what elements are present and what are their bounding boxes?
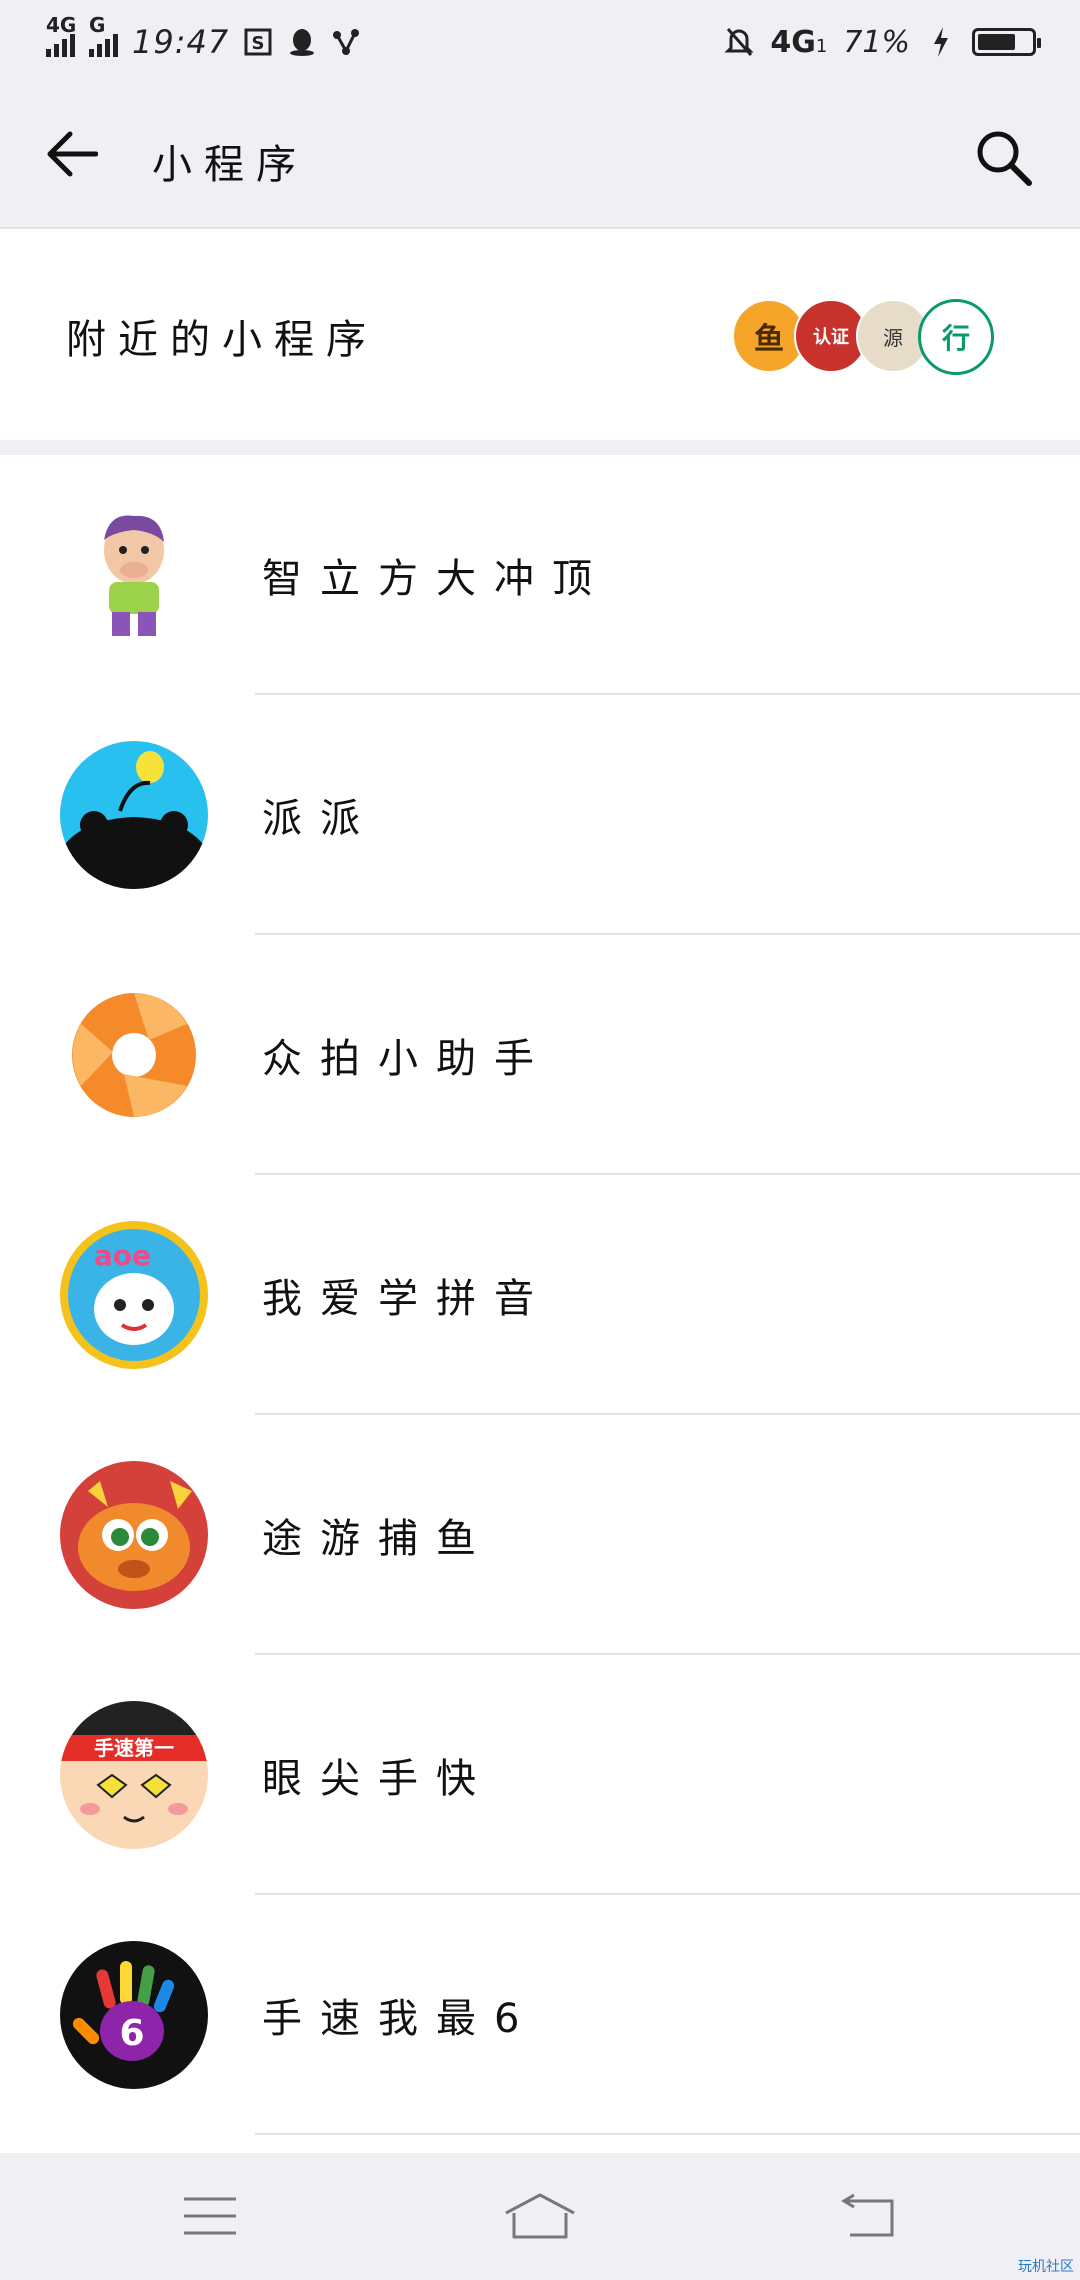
network-type-1: 4G (46, 13, 77, 37)
mini-program-name: 手速我最6 (262, 1996, 538, 2042)
list-item[interactable]: 6 手速我最6 (0, 1895, 1080, 2135)
search-button[interactable] (968, 122, 1040, 194)
search-icon (977, 131, 1032, 186)
battery-fill (978, 34, 1015, 50)
status-right: 4G1 71% (724, 14, 1041, 70)
mini-program-name: 我爱学拼音 (262, 1276, 552, 1322)
pinyin-icon: aoe (60, 1221, 208, 1369)
home-icon (505, 2193, 575, 2239)
mini-program-name: 派派 (262, 796, 378, 842)
nearby-logo-bank-text: 行 (941, 322, 970, 355)
battery-icon (972, 28, 1041, 56)
back-button[interactable] (40, 122, 104, 186)
list-item[interactable]: 众拍小助手 (0, 935, 1080, 1175)
clock: 19:47 (132, 23, 230, 61)
signal-2-icon: G (89, 13, 118, 57)
nearby-title: 附近的小程序 (66, 317, 378, 363)
cartoon-character-icon (60, 501, 208, 649)
list-item[interactable]: 智立方大冲顶 (0, 455, 1080, 695)
home-button[interactable] (490, 2181, 590, 2251)
paipai-icon (60, 741, 208, 889)
list-item[interactable]: 手速第一 眼尖手快 (0, 1655, 1080, 1895)
list-item[interactable]: aoe 我爱学拼音 (0, 1175, 1080, 1415)
nearby-logo-bank: 行 (918, 299, 994, 375)
qq-penguin-icon (287, 27, 317, 57)
arrow-left-icon (47, 131, 98, 177)
network-right-label: 4G (770, 24, 816, 60)
face-game-icon: 手速第一 (60, 1701, 208, 1849)
nearby-logos: 鱼 认证 源 行 (732, 299, 994, 375)
mini-program-name: 途游捕鱼 (262, 1516, 494, 1562)
mini-program-list: 智立方大冲顶 派派 众拍小助手 aoe 我爱学拼音 途游捕鱼 手速第一 眼尖手快… (0, 455, 1080, 2153)
menu-button[interactable] (160, 2181, 260, 2251)
aperture-icon (60, 981, 208, 1129)
status-left: 4G G 19:47 S (46, 13, 361, 70)
nearby-logo-source-text: 源 (883, 325, 903, 350)
nearby-logo-fish-text: 鱼 (754, 322, 784, 357)
page-title: 小程序 (152, 142, 308, 188)
share-nodes-icon (331, 27, 361, 57)
system-back-button[interactable] (820, 2181, 920, 2251)
rainbow-hand-icon: 6 (60, 1941, 208, 2089)
menu-icon (184, 2197, 236, 2235)
watermark: 玩机社区 (1018, 2259, 1074, 2275)
status-bar: 4G G 19:47 S 4G1 71% (0, 0, 1080, 82)
list-item[interactable]: 途游捕鱼 (0, 1415, 1080, 1655)
network-right-sim: 1 (815, 35, 828, 57)
hand-number: 6 (119, 2013, 144, 2054)
fish-game-icon (60, 1461, 208, 1609)
mini-program-name: 眼尖手快 (262, 1756, 494, 1802)
signal-1-icon: 4G (46, 13, 76, 57)
svg-text:S: S (252, 33, 265, 54)
silent-bell-icon (724, 27, 754, 57)
mini-program-name: 智立方大冲顶 (262, 556, 610, 602)
mini-program-name: 众拍小助手 (262, 1036, 552, 1082)
network-right: 4G1 (770, 25, 827, 60)
navigation-bar: 玩机社区 (0, 2153, 1080, 2280)
screenshot-s-icon: S (243, 27, 273, 57)
app-bar: 小程序 (0, 82, 1080, 229)
headband-text: 手速第一 (94, 1736, 174, 1760)
charging-bolt-icon (926, 27, 956, 57)
battery-percent: 71% (843, 24, 910, 60)
nearby-logo-certified-text: 认证 (813, 327, 849, 348)
pinyin-letters: aoe (94, 1239, 151, 1272)
list-item[interactable]: 派派 (0, 695, 1080, 935)
network-type-2: G (89, 13, 106, 37)
back-icon (841, 2193, 894, 2237)
divider (255, 2133, 1080, 2135)
nearby-mini-programs-row[interactable]: 附近的小程序 鱼 认证 源 行 (0, 229, 1080, 440)
